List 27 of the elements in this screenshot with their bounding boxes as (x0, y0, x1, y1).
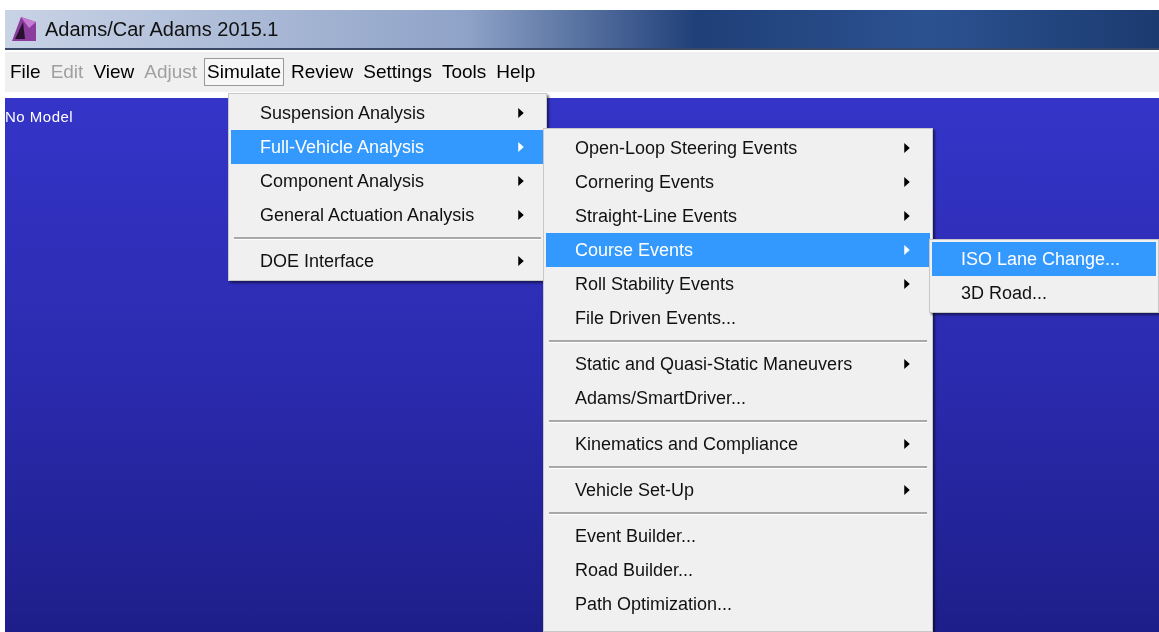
menu-item[interactable]: Tools (438, 58, 490, 86)
menu-item[interactable]: 3D Road... (932, 276, 1156, 310)
menu-item[interactable]: Open-Loop Steering Events (546, 131, 930, 165)
menu-item[interactable]: Review (287, 58, 357, 86)
menu-item[interactable]: Kinematics and Compliance (546, 427, 930, 461)
menu-item[interactable]: View (90, 58, 138, 86)
menu-item[interactable]: Settings (360, 58, 435, 86)
menu-item[interactable]: Cornering Events (546, 165, 930, 199)
window-title: Adams/Car Adams 2015.1 (45, 17, 279, 41)
menu-item[interactable]: Simulate (204, 58, 284, 86)
menu-item[interactable]: Component Analysis (231, 164, 544, 198)
menu-item[interactable]: Event Builder... (546, 519, 930, 553)
menu-item[interactable]: General Actuation Analysis (231, 198, 544, 232)
menu-item[interactable]: Roll Stability Events (546, 267, 930, 301)
menu-item[interactable]: Straight-Line Events (546, 199, 930, 233)
menu-item[interactable]: Suspension Analysis (231, 96, 544, 130)
menu-item[interactable]: Adams/SmartDriver... (546, 381, 930, 415)
menu-item[interactable]: File Driven Events... (546, 301, 930, 335)
app-logo-icon (9, 14, 39, 44)
menu-item[interactable]: Static and Quasi-Static Maneuvers (546, 347, 930, 381)
menu-item[interactable]: Vehicle Set-Up (546, 473, 930, 507)
menu-item[interactable]: Help (493, 58, 539, 86)
menu-item[interactable]: Path Optimization... (546, 587, 930, 621)
menu-item[interactable]: Road Builder... (546, 553, 930, 587)
menu-item[interactable]: DOE Interface (231, 244, 544, 278)
menu-item[interactable]: File (7, 58, 44, 86)
model-label: No Model (5, 108, 74, 125)
